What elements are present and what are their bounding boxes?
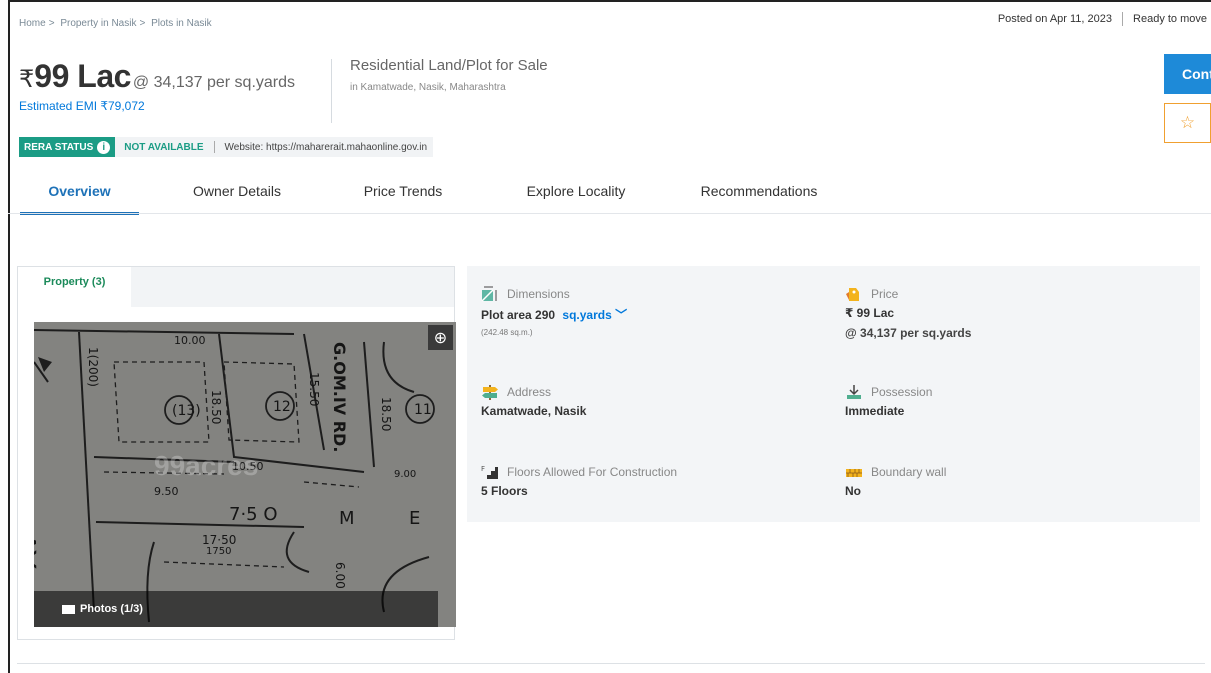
posted-date: Posted on Apr 11, 2023 [997, 13, 1113, 25]
unit-selector-label: sq.yards [562, 308, 612, 322]
property-title: Residential Land/Plot for Sale [350, 57, 548, 74]
detail-price: Price ₹ 99 Lac @ 34,137 per sq.yards [845, 286, 1175, 340]
price-detail-value: ₹ 99 Lac [845, 306, 895, 320]
price-value: 99 Lac [34, 58, 131, 94]
floors-label: Floors Allowed For Construction [507, 465, 678, 479]
possession-status: Ready to move [1133, 13, 1207, 25]
chevron-down-icon: ﹀ [615, 308, 628, 322]
address-label: Address [507, 385, 552, 399]
svg-text:15.50: 15.50 [307, 372, 321, 406]
svg-text:18.50: 18.50 [379, 397, 393, 431]
breadcrumb: Home > Property in Nasik > Plots in Nasik [19, 18, 212, 29]
svg-text:17·50: 17·50 [202, 533, 236, 547]
posted-divider [1122, 12, 1124, 26]
photo-watermark: 99acres [154, 450, 259, 481]
detail-dimensions: Dimensions Plot area 290 sq.yards ﹀ (242… [481, 286, 811, 337]
dimensions-label: Dimensions [507, 287, 570, 301]
photos-count-label: Photos (1/3) [80, 603, 143, 615]
tab-price-trends[interactable]: Price Trends [335, 170, 471, 212]
info-icon[interactable]: i [97, 140, 111, 154]
svg-text:E: E [409, 508, 420, 529]
title-block: Residential Land/Plot for Sale in Kamatw… [350, 57, 548, 93]
contact-button-label: Cont [1182, 66, 1211, 82]
price-label: Price [871, 287, 899, 301]
svg-text:9.50: 9.50 [154, 485, 179, 498]
possession-label: Possession [871, 385, 933, 399]
gallery-tabbar: Property (3) [18, 267, 454, 307]
gallery-tab-property[interactable]: Property (3) [18, 267, 131, 307]
dimensions-icon [481, 286, 499, 302]
rera-divider [213, 141, 215, 153]
floors-icon: F [481, 464, 499, 480]
svg-text:10.00: 10.00 [174, 334, 206, 347]
property-details: Dimensions Plot area 290 sq.yards ﹀ (242… [467, 266, 1200, 522]
dimensions-sqm: (242.48 sq.m.) [481, 328, 533, 337]
zoom-icon[interactable]: ⊕ [428, 325, 453, 350]
price-main: ₹ 99 Lac @ 34,137 per sq.yards [19, 58, 295, 95]
posted-info: Posted on Apr 11, 2023 Ready to move [998, 12, 1207, 26]
detail-address: Address Kamatwade, Nasik [481, 384, 811, 418]
detail-boundary-wall: Boundary wall No [845, 464, 1175, 498]
rera-row: RERA STATUS i NOT AVAILABLE Website: http… [19, 137, 434, 157]
breadcrumb-separator: > [139, 18, 146, 29]
svg-text:6.00: 6.00 [333, 562, 347, 589]
breadcrumb-property-in-nasik[interactable]: Property in Nasik [60, 18, 136, 29]
rera-badge-label: RERA STATUS [24, 141, 94, 153]
possession-value: Immediate [845, 404, 905, 418]
price-per-unit: @ 34,137 per sq.yards [132, 74, 296, 91]
section-tabs: Overview Owner Details Price Trends Expl… [20, 170, 837, 215]
svg-text:1(200): 1(200) [86, 347, 100, 387]
dimensions-value: Plot area 290 [481, 308, 556, 322]
breadcrumb-home[interactable]: Home [19, 18, 46, 29]
svg-text:11: 11 [414, 402, 432, 418]
svg-text:12: 12 [273, 399, 291, 415]
tab-recommendations[interactable]: Recommendations [681, 170, 837, 212]
svg-text:1750: 1750 [206, 546, 231, 557]
unit-selector[interactable]: sq.yards ﹀ [562, 308, 627, 322]
rera-not-available: NOT AVAILABLE [124, 141, 204, 153]
floors-value: 5 Floors [481, 484, 528, 498]
rera-status-badge[interactable]: RERA STATUS i [19, 137, 116, 157]
svg-text:7·5 O: 7·5 O [229, 504, 278, 525]
svg-text:G.OM.IV RD.: G.OM.IV RD. [330, 342, 349, 452]
breadcrumb-separator: > [48, 18, 55, 29]
photos-count-bar[interactable]: Photos (1/3) [34, 591, 438, 627]
tab-owner-details[interactable]: Owner Details [139, 170, 335, 212]
svg-text:18.50: 18.50 [209, 390, 223, 424]
svg-text:9.00: 9.00 [394, 469, 416, 480]
property-photo[interactable]: (13) 12 11 7·5 O M E 9.50 10.50 10.00 17… [34, 322, 456, 627]
breadcrumb-plots-in-nasik[interactable]: Plots in Nasik [151, 18, 212, 29]
detail-floors: F Floors Allowed For Construction 5 Floo… [481, 464, 811, 498]
detail-possession: Possession Immediate [845, 384, 1175, 418]
estimated-emi-link[interactable]: Estimated EMI ₹79,072 [19, 99, 295, 113]
svg-text:(13): (13) [172, 403, 201, 419]
price-tag-icon [845, 286, 863, 302]
tab-explore-locality[interactable]: Explore Locality [471, 170, 681, 212]
svg-text:AY: AY [34, 532, 41, 569]
contact-button[interactable]: Cont [1164, 54, 1211, 94]
tab-underline-rule [8, 213, 1211, 214]
possession-icon [845, 384, 863, 400]
property-location: in Kamatwade, Nasik, Maharashtra [350, 82, 506, 93]
shortlist-button[interactable]: ☆ [1164, 103, 1211, 143]
address-value: Kamatwade, Nasik [481, 404, 587, 418]
brick-wall-icon [845, 464, 863, 480]
section-divider [17, 663, 1205, 664]
header-divider [331, 59, 332, 123]
price-block: ₹ 99 Lac @ 34,137 per sq.yards Estimated… [19, 58, 295, 113]
star-outline-icon: ☆ [1179, 113, 1196, 132]
signpost-icon [481, 384, 499, 400]
boundary-wall-label: Boundary wall [871, 465, 947, 479]
rupee-symbol: ₹ [19, 66, 35, 93]
svg-text:F: F [481, 465, 485, 473]
tab-overview[interactable]: Overview [20, 170, 139, 215]
price-detail-per-unit: @ 34,137 per sq.yards [845, 326, 972, 340]
photo-icon [62, 604, 75, 614]
boundary-wall-value: No [845, 484, 861, 498]
rera-website[interactable]: Website: https://maharerait.mahaonline.g… [225, 142, 428, 153]
svg-text:M: M [339, 508, 355, 529]
photo-gallery: Property (3) (13) 12 11 7·5 O M E 9.50 1… [17, 266, 456, 640]
